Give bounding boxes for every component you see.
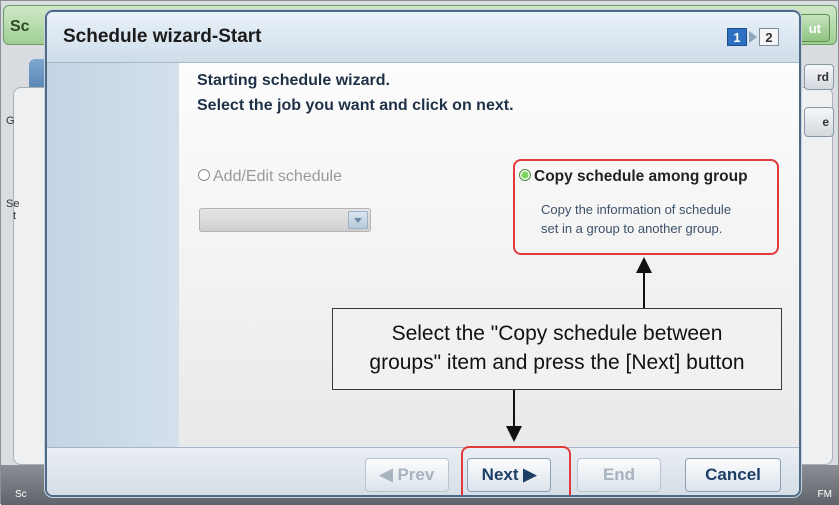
- end-button[interactable]: End: [577, 458, 661, 492]
- background-status-right: FM: [817, 489, 832, 500]
- arrow-up-icon: [636, 257, 652, 273]
- background-label-t: t: [13, 210, 17, 222]
- step-indicator-next: 2: [759, 28, 779, 46]
- next-button[interactable]: Next ▶: [467, 458, 551, 492]
- chevron-down-icon[interactable]: [348, 211, 368, 229]
- radio-unchecked-icon[interactable]: [198, 168, 210, 181]
- option-copy-schedule[interactable]: Copy schedule among group: [519, 168, 748, 186]
- background-wizard-button[interactable]: rd: [804, 64, 834, 90]
- callout-line2: groups" item and press the [Next] button: [369, 351, 745, 374]
- dialog-header: Schedule wizard-Start 1 2: [47, 12, 799, 63]
- intro-text-line2: Select the job you want and click on nex…: [197, 97, 514, 114]
- background-title: Sc: [10, 18, 30, 35]
- background-label-s: Se: [6, 198, 20, 210]
- radio-checked-icon[interactable]: [519, 168, 531, 181]
- callout-line1: Select the "Copy schedule between: [391, 322, 723, 345]
- option-copy-label: Copy schedule among group: [534, 168, 748, 185]
- group-select-dropdown[interactable]: [199, 208, 371, 232]
- background-label-g: G: [6, 115, 15, 127]
- step-arrow-icon: [749, 31, 757, 43]
- dialog-title: Schedule wizard-Start: [63, 26, 262, 47]
- cancel-button[interactable]: Cancel: [685, 458, 781, 492]
- option-add-label: Add/Edit schedule: [213, 168, 342, 185]
- instruction-callout: Select the "Copy schedule between groups…: [332, 308, 782, 390]
- dialog-sidebar: [47, 63, 179, 447]
- option-add-edit-schedule[interactable]: Add/Edit schedule: [198, 168, 342, 186]
- arrow-down-icon: [506, 426, 522, 442]
- arrow-up-shaft: [643, 272, 645, 308]
- background-status-left: Sc: [15, 489, 27, 500]
- background-right-button[interactable]: e: [804, 107, 834, 137]
- schedule-wizard-dialog: Schedule wizard-Start 1 2 Starting sched…: [45, 10, 801, 497]
- step-indicator-current: 1: [727, 28, 747, 46]
- intro-text-line1: Starting schedule wizard.: [197, 72, 390, 89]
- copy-description-line2: set in a group to another group.: [541, 221, 723, 236]
- prev-button[interactable]: ◀ Prev: [365, 458, 449, 492]
- arrow-down-shaft: [513, 390, 515, 428]
- copy-description-line1: Copy the information of schedule: [541, 202, 732, 217]
